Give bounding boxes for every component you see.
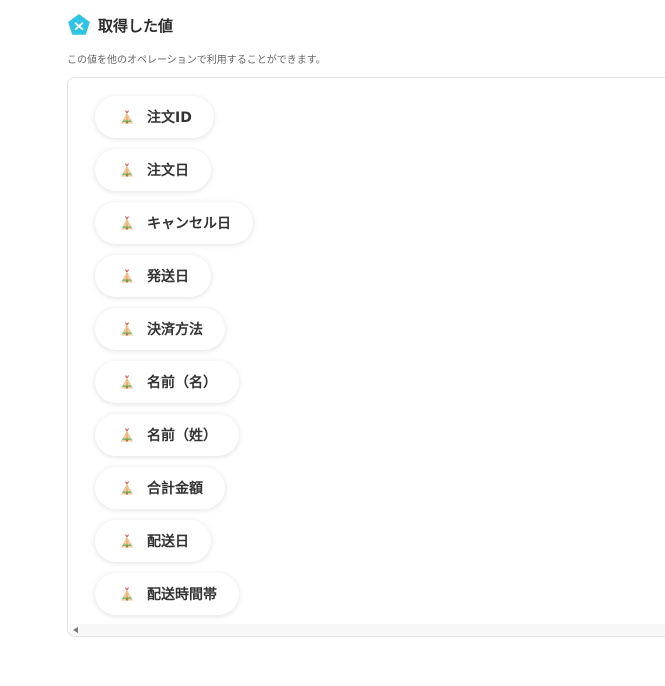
tipi-tent-icon <box>121 534 133 548</box>
tipi-tent-icon <box>121 110 133 124</box>
value-chip-payment-method[interactable]: 決済方法 <box>95 308 225 350</box>
value-chip-total-amount[interactable]: 合計金額 <box>95 467 225 509</box>
section-title: 取得した値 <box>98 16 174 35</box>
value-chip-ship-date[interactable]: 発送日 <box>95 255 211 297</box>
values-panel: 注文ID 注文日 キャンセル日 発送日 決済方法 名前（名） 名前（姓） 合計金… <box>67 77 665 637</box>
tipi-tent-icon <box>121 428 133 442</box>
value-chip-label: 配送日 <box>147 534 189 550</box>
tipi-tent-icon <box>121 163 133 177</box>
value-chip-label: キャンセル日 <box>147 216 231 232</box>
value-chip-label: 発送日 <box>147 269 189 285</box>
value-chip-label: 注文日 <box>147 163 189 179</box>
value-chip-label: 名前（姓） <box>147 428 217 444</box>
value-chip-first-name[interactable]: 名前（名） <box>95 361 239 403</box>
section-description: この値を他のオペレーションで利用することができます。 <box>67 55 326 66</box>
value-chip-delivery-time-slot[interactable]: 配送時間帯 <box>95 573 239 615</box>
horizontal-scrollbar[interactable] <box>69 624 665 636</box>
value-chip-order-date[interactable]: 注文日 <box>95 149 211 191</box>
tipi-tent-icon <box>121 587 133 601</box>
value-chip-label: 決済方法 <box>147 322 203 338</box>
value-chip-label: 合計金額 <box>147 481 203 497</box>
pentagon-badge-icon <box>68 14 90 35</box>
tipi-tent-icon <box>121 481 133 495</box>
scroll-left-arrow-icon[interactable] <box>73 627 78 633</box>
tipi-tent-icon <box>121 375 133 389</box>
section-header: 取得した値 <box>68 14 173 36</box>
tipi-tent-icon <box>121 322 133 336</box>
value-chip-label: 配送時間帯 <box>147 587 217 603</box>
value-chip-label: 名前（名） <box>147 375 217 391</box>
value-chip-order-id[interactable]: 注文ID <box>95 96 214 138</box>
tipi-tent-icon <box>121 269 133 283</box>
value-chip-last-name[interactable]: 名前（姓） <box>95 414 239 456</box>
tipi-tent-icon <box>121 216 133 230</box>
value-chip-label: 注文ID <box>147 110 192 126</box>
value-chip-delivery-date[interactable]: 配送日 <box>95 520 211 562</box>
value-chip-cancel-date[interactable]: キャンセル日 <box>95 202 253 244</box>
